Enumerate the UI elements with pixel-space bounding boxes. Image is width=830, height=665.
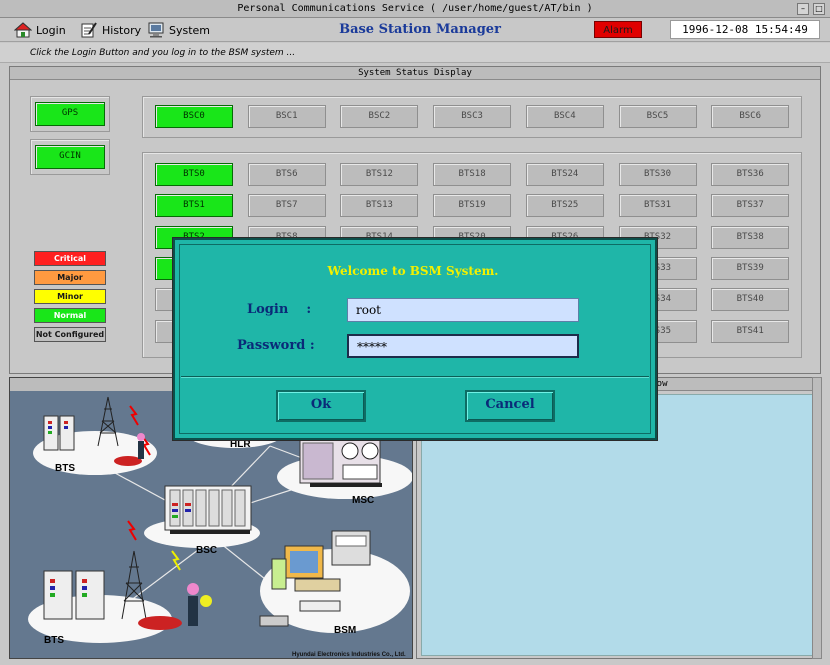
bts-button[interactable]: BTS19 [433, 194, 512, 218]
bts-button[interactable]: BTS31 [618, 194, 697, 218]
bsc-rack-icon [164, 485, 252, 534]
vertical-scrollbar[interactable] [812, 377, 822, 659]
maximize-button[interactable]: □ [813, 3, 825, 15]
welcome-message: Welcome to BSM System. [327, 264, 499, 278]
cancel-button[interactable]: Cancel [465, 390, 555, 422]
legend-major: Major [34, 270, 106, 285]
bts-button[interactable]: BTS1 [155, 194, 233, 218]
bsc-button[interactable]: BSC1 [247, 105, 326, 128]
datetime-display: 1996-12-08 15:54:49 [670, 20, 820, 39]
gps-button[interactable]: GPS [35, 102, 105, 126]
password-input[interactable]: ***** [347, 334, 579, 358]
bts-button[interactable]: BTS41 [711, 319, 790, 343]
login-button[interactable]: Login [14, 20, 66, 40]
bsc-label: BSC [196, 545, 217, 556]
history-button[interactable]: History [80, 20, 141, 40]
dialog-separator [181, 376, 649, 378]
login-label: Login [36, 23, 66, 37]
hint-text: Click the Login Button and you log in to… [0, 43, 830, 63]
minimize-button[interactable]: – [797, 3, 809, 15]
status-legend: Critical Major Minor Normal Not Configur… [34, 251, 110, 351]
msc-equipment-icon [299, 438, 382, 487]
bts-bottom-label: BTS [44, 635, 64, 646]
person-top-icon [138, 441, 144, 459]
window-title: Personal Communications Service ( /user/… [237, 3, 593, 14]
msc-label: MSC [352, 495, 374, 506]
bsc-button[interactable]: BSC2 [340, 105, 419, 128]
bsm-label: BSM [334, 625, 356, 636]
bts-button[interactable]: BTS0 [155, 163, 233, 186]
gcin-button[interactable]: GCIN [35, 145, 105, 169]
toolbar: Login History System Base Station Manage… [0, 18, 830, 42]
bts-button[interactable]: BTS36 [711, 163, 790, 186]
bts-button[interactable]: BTS24 [525, 163, 604, 186]
house-icon [14, 22, 32, 38]
gcin-group: GCIN [30, 139, 110, 175]
bts-top-label: BTS [55, 463, 75, 474]
gps-group: GPS [30, 96, 110, 132]
legend-not-configured: Not Configured [34, 327, 106, 342]
monitor-icon [148, 22, 164, 38]
bts-button[interactable]: BTS6 [247, 163, 326, 186]
ok-button[interactable]: Ok [276, 390, 366, 422]
bts-button[interactable]: BTS13 [340, 194, 419, 218]
bts-button[interactable]: BTS39 [711, 256, 790, 280]
bts-button[interactable]: BTS37 [711, 194, 790, 218]
car-top-icon [114, 456, 142, 466]
bsc-button[interactable]: BSC3 [433, 105, 512, 128]
bts-button[interactable]: BTS18 [433, 163, 512, 186]
hlr-label: HLR [230, 439, 251, 450]
bsc-button[interactable]: BSC5 [618, 105, 697, 128]
login-field-label: Login : [247, 302, 312, 317]
notepad-icon [81, 22, 97, 38]
bts-button[interactable]: BTS30 [618, 163, 697, 186]
app-title: Base Station Manager [339, 22, 501, 37]
password-field-label: Password : [237, 338, 315, 353]
system-label: System [169, 23, 211, 37]
status-panel-title: System Status Display [10, 67, 820, 80]
window-title-bar: Personal Communications Service ( /user/… [0, 0, 830, 18]
history-label: History [102, 23, 142, 37]
bts-button[interactable]: BTS40 [711, 288, 790, 312]
legend-critical: Critical [34, 251, 106, 266]
bts-button[interactable]: BTS12 [340, 163, 419, 186]
alarm-indicator[interactable]: Alarm [594, 21, 642, 38]
bsc-button[interactable]: BSC4 [525, 105, 604, 128]
bsc-group: BSC0 BSC1 BSC2 BSC3 BSC4 BSC5 BSC6 [142, 96, 802, 138]
car-bottom-icon [138, 616, 182, 630]
legend-minor: Minor [34, 289, 106, 304]
login-dialog: Welcome to BSM System. Login : root Pass… [173, 238, 657, 440]
company-credit: Hyundai Electronics Industries Co., Ltd. [292, 652, 406, 658]
legend-normal: Normal [34, 308, 106, 323]
bts-button[interactable]: BTS38 [711, 225, 790, 249]
bsc-button[interactable]: BSC6 [711, 105, 790, 128]
person-bottom-icon [188, 596, 198, 626]
bts-button[interactable]: BTS7 [247, 194, 326, 218]
login-input[interactable]: root [347, 298, 579, 322]
bsc-button[interactable]: BSC0 [155, 105, 233, 128]
bts-button[interactable]: BTS25 [525, 194, 604, 218]
system-button[interactable]: System [147, 20, 210, 40]
